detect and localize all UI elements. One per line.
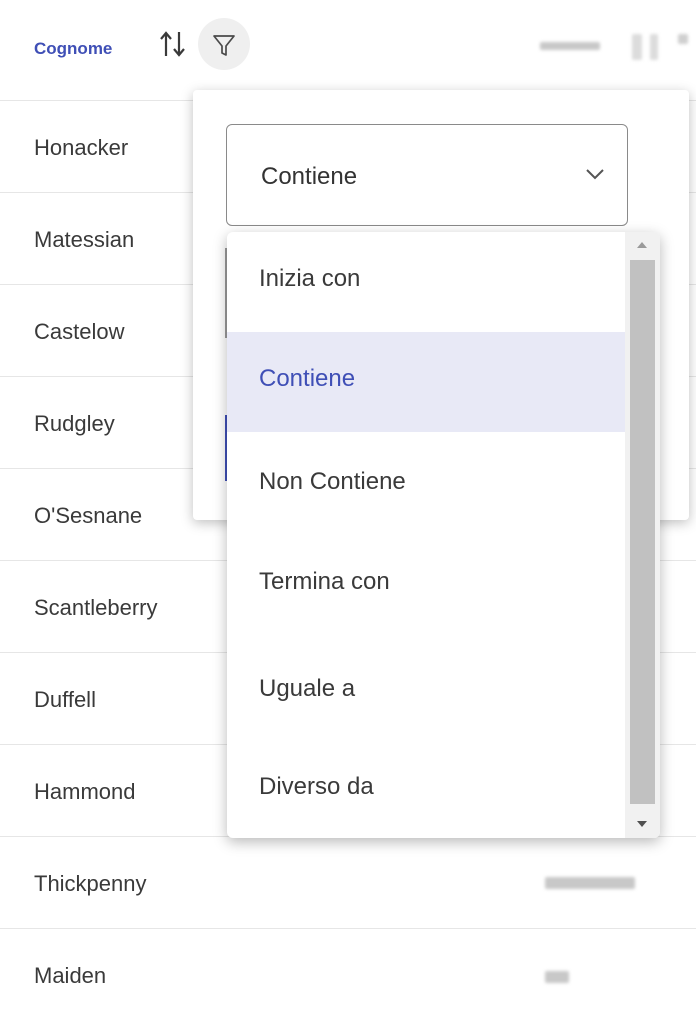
option-inizia-con[interactable]: Inizia con xyxy=(227,232,625,332)
chevron-down-icon xyxy=(586,169,604,180)
blurred-column-header xyxy=(540,32,690,60)
cell-cognome: O'Sesnane xyxy=(34,503,143,528)
sort-arrows-icon[interactable] xyxy=(158,26,188,62)
filter-operator-select[interactable]: Contiene xyxy=(226,124,628,226)
funnel-icon xyxy=(213,35,235,56)
blurred-cell xyxy=(545,969,645,983)
cell-cognome: Honacker xyxy=(34,135,129,160)
dropdown-scrollbar[interactable] xyxy=(625,232,660,838)
filter-operator-dropdown: Inizia con Contiene Non Contiene Termina… xyxy=(227,232,660,838)
scroll-thumb[interactable] xyxy=(630,260,655,804)
scroll-up-arrow-icon[interactable] xyxy=(636,240,648,250)
cell-cognome: Maiden xyxy=(34,963,107,988)
option-diverso-da[interactable]: Diverso da xyxy=(227,740,625,838)
option-uguale-a[interactable]: Uguale a xyxy=(227,642,625,742)
column-header-cognome[interactable]: Cognome xyxy=(34,39,112,59)
blurred-cell xyxy=(545,877,645,891)
option-contiene[interactable]: Contiene xyxy=(227,332,625,432)
table-row[interactable]: Maiden xyxy=(0,929,696,1021)
cell-cognome: Scantleberry xyxy=(34,595,158,620)
table-header: Cognome xyxy=(0,0,696,101)
table-row[interactable]: Thickpenny xyxy=(0,837,696,929)
select-value: Contiene xyxy=(261,163,358,190)
option-termina-con[interactable]: Termina con xyxy=(227,535,625,635)
cell-cognome: Matessian xyxy=(34,227,135,252)
cell-cognome: Hammond xyxy=(34,779,136,804)
cell-cognome: Thickpenny xyxy=(34,871,147,896)
filter-button[interactable] xyxy=(198,18,250,70)
option-non-contiene[interactable]: Non Contiene xyxy=(227,435,625,535)
scroll-down-arrow-icon[interactable] xyxy=(636,819,648,829)
cell-cognome: Rudgley xyxy=(34,411,115,436)
cell-cognome: Castelow xyxy=(34,319,125,344)
cell-cognome: Duffell xyxy=(34,687,96,712)
